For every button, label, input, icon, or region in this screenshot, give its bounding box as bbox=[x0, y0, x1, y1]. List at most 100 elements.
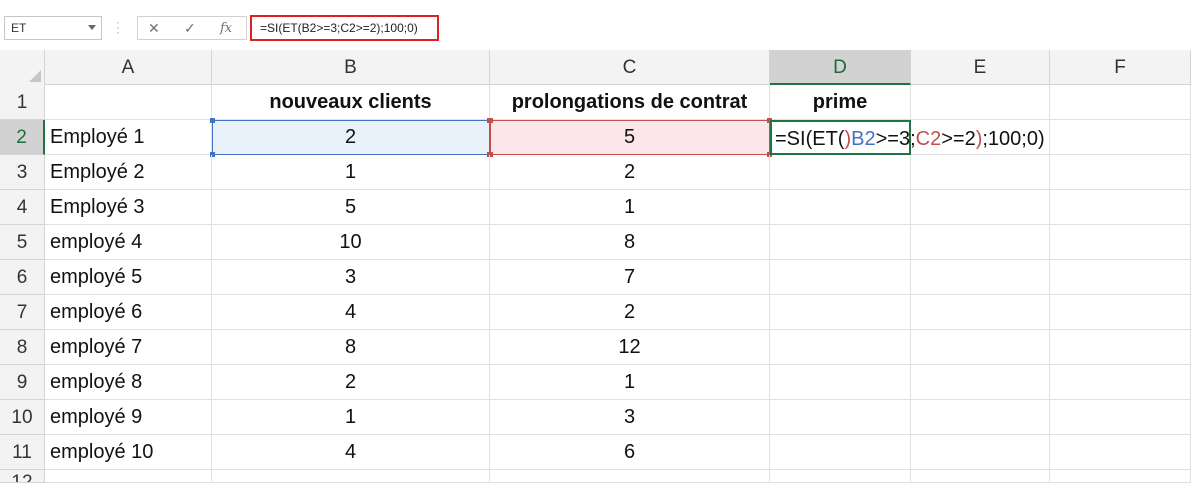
cell-d8[interactable] bbox=[770, 330, 911, 365]
row-header-3[interactable]: 3 bbox=[0, 155, 45, 190]
row-header-9[interactable]: 9 bbox=[0, 365, 45, 400]
cell-e9[interactable] bbox=[911, 365, 1050, 400]
formula-input[interactable]: =SI(ET(B2>=3;C2>=2);100;0) bbox=[250, 15, 439, 41]
cell-c8[interactable]: 12 bbox=[490, 330, 770, 365]
row-header-8[interactable]: 8 bbox=[0, 330, 45, 365]
cell-f12[interactable] bbox=[1050, 470, 1191, 483]
cell-f3[interactable] bbox=[1050, 155, 1191, 190]
cell-e8[interactable] bbox=[911, 330, 1050, 365]
ref-handle[interactable] bbox=[488, 118, 493, 123]
column-header-f[interactable]: F bbox=[1050, 50, 1191, 85]
cell-c12[interactable] bbox=[490, 470, 770, 483]
cell-f4[interactable] bbox=[1050, 190, 1191, 225]
name-box[interactable]: ET bbox=[4, 16, 102, 40]
cell-f6[interactable] bbox=[1050, 260, 1191, 295]
cell-c1[interactable]: prolongations de contrat bbox=[490, 85, 770, 120]
cell-f5[interactable] bbox=[1050, 225, 1191, 260]
cell-a6[interactable]: employé 5 bbox=[45, 260, 212, 295]
cell-d9[interactable] bbox=[770, 365, 911, 400]
cell-c11[interactable]: 6 bbox=[490, 435, 770, 470]
cell-d6[interactable] bbox=[770, 260, 911, 295]
cell-b10[interactable]: 1 bbox=[212, 400, 490, 435]
cell-c7[interactable]: 2 bbox=[490, 295, 770, 330]
cell-d1[interactable]: prime bbox=[770, 85, 911, 120]
cell-c6[interactable]: 7 bbox=[490, 260, 770, 295]
cell-c9[interactable]: 1 bbox=[490, 365, 770, 400]
cell-f10[interactable] bbox=[1050, 400, 1191, 435]
close-icon[interactable]: ✕ bbox=[148, 20, 160, 37]
cell-e12[interactable] bbox=[911, 470, 1050, 483]
row-header-7[interactable]: 7 bbox=[0, 295, 45, 330]
cell-c10[interactable]: 3 bbox=[490, 400, 770, 435]
cell-b11[interactable]: 4 bbox=[212, 435, 490, 470]
row-header-5[interactable]: 5 bbox=[0, 225, 45, 260]
row-header-4[interactable]: 4 bbox=[0, 190, 45, 225]
cell-a7[interactable]: employé 6 bbox=[45, 295, 212, 330]
column-header-e[interactable]: E bbox=[911, 50, 1050, 85]
column-header-b[interactable]: B bbox=[212, 50, 490, 85]
cell-e5[interactable] bbox=[911, 225, 1050, 260]
cell-f1[interactable] bbox=[1050, 85, 1191, 120]
cell-c2[interactable]: 5 bbox=[490, 120, 770, 155]
cell-d12[interactable] bbox=[770, 470, 911, 483]
cell-f7[interactable] bbox=[1050, 295, 1191, 330]
cell-c5[interactable]: 8 bbox=[490, 225, 770, 260]
row-header-12[interactable]: 12 bbox=[0, 470, 45, 483]
cell-b5[interactable]: 10 bbox=[212, 225, 490, 260]
cell-b9[interactable]: 2 bbox=[212, 365, 490, 400]
cell-b8[interactable]: 8 bbox=[212, 330, 490, 365]
cell-f11[interactable] bbox=[1050, 435, 1191, 470]
cell-d10[interactable] bbox=[770, 400, 911, 435]
cell-e7[interactable] bbox=[911, 295, 1050, 330]
cell-b12[interactable] bbox=[212, 470, 490, 483]
cell-f8[interactable] bbox=[1050, 330, 1191, 365]
cell-e4[interactable] bbox=[911, 190, 1050, 225]
cell-b7[interactable]: 4 bbox=[212, 295, 490, 330]
row-header-11[interactable]: 11 bbox=[0, 435, 45, 470]
cell-b1[interactable]: nouveaux clients bbox=[212, 85, 490, 120]
check-icon[interactable]: ✓ bbox=[184, 20, 196, 37]
cell-d3[interactable] bbox=[770, 155, 911, 190]
cell-c4[interactable]: 1 bbox=[490, 190, 770, 225]
cell-b2[interactable]: 2 bbox=[212, 120, 490, 155]
cell-e1[interactable] bbox=[911, 85, 1050, 120]
ref-handle[interactable] bbox=[210, 118, 215, 123]
row-header-1[interactable]: 1 bbox=[0, 85, 45, 120]
cell-c3[interactable]: 2 bbox=[490, 155, 770, 190]
cell-a4[interactable]: Employé 3 bbox=[45, 190, 212, 225]
cell-d4[interactable] bbox=[770, 190, 911, 225]
cell-d7[interactable] bbox=[770, 295, 911, 330]
chevron-down-icon[interactable] bbox=[88, 25, 96, 30]
column-header-a[interactable]: A bbox=[45, 50, 212, 85]
column-header-c[interactable]: C bbox=[490, 50, 770, 85]
row-header-2[interactable]: 2 bbox=[0, 120, 45, 155]
insert-function-icon[interactable]: fx bbox=[220, 21, 232, 36]
cell-e6[interactable] bbox=[911, 260, 1050, 295]
cell-d5[interactable] bbox=[770, 225, 911, 260]
select-all-button[interactable] bbox=[0, 50, 45, 85]
cell-b3[interactable]: 1 bbox=[212, 155, 490, 190]
cell-a2[interactable]: Employé 1 bbox=[45, 120, 212, 155]
cell-a9[interactable]: employé 8 bbox=[45, 365, 212, 400]
cell-a1[interactable] bbox=[45, 85, 212, 120]
cell-d11[interactable] bbox=[770, 435, 911, 470]
cell-b6[interactable]: 3 bbox=[212, 260, 490, 295]
cell-f2[interactable] bbox=[1050, 120, 1191, 155]
cell-a3[interactable]: Employé 2 bbox=[45, 155, 212, 190]
cell-d2-editing[interactable]: =SI(ET()B2>=3;C2>=2);100;0) bbox=[770, 120, 1045, 155]
cell-a11[interactable]: employé 10 bbox=[45, 435, 212, 470]
cell-e3[interactable] bbox=[911, 155, 1050, 190]
cell-e10[interactable] bbox=[911, 400, 1050, 435]
cell-a10[interactable]: employé 9 bbox=[45, 400, 212, 435]
column-header-d[interactable]: D bbox=[770, 50, 911, 85]
drag-handle-icon[interactable]: · · · bbox=[116, 16, 120, 38]
cell-e11[interactable] bbox=[911, 435, 1050, 470]
cell-a12[interactable] bbox=[45, 470, 212, 483]
row-header-6[interactable]: 6 bbox=[0, 260, 45, 295]
cell-b4[interactable]: 5 bbox=[212, 190, 490, 225]
cell-f9[interactable] bbox=[1050, 365, 1191, 400]
cell-a8[interactable]: employé 7 bbox=[45, 330, 212, 365]
row-header-10[interactable]: 10 bbox=[0, 400, 45, 435]
formula-part: =SI(ET( bbox=[775, 128, 845, 150]
cell-a5[interactable]: employé 4 bbox=[45, 225, 212, 260]
